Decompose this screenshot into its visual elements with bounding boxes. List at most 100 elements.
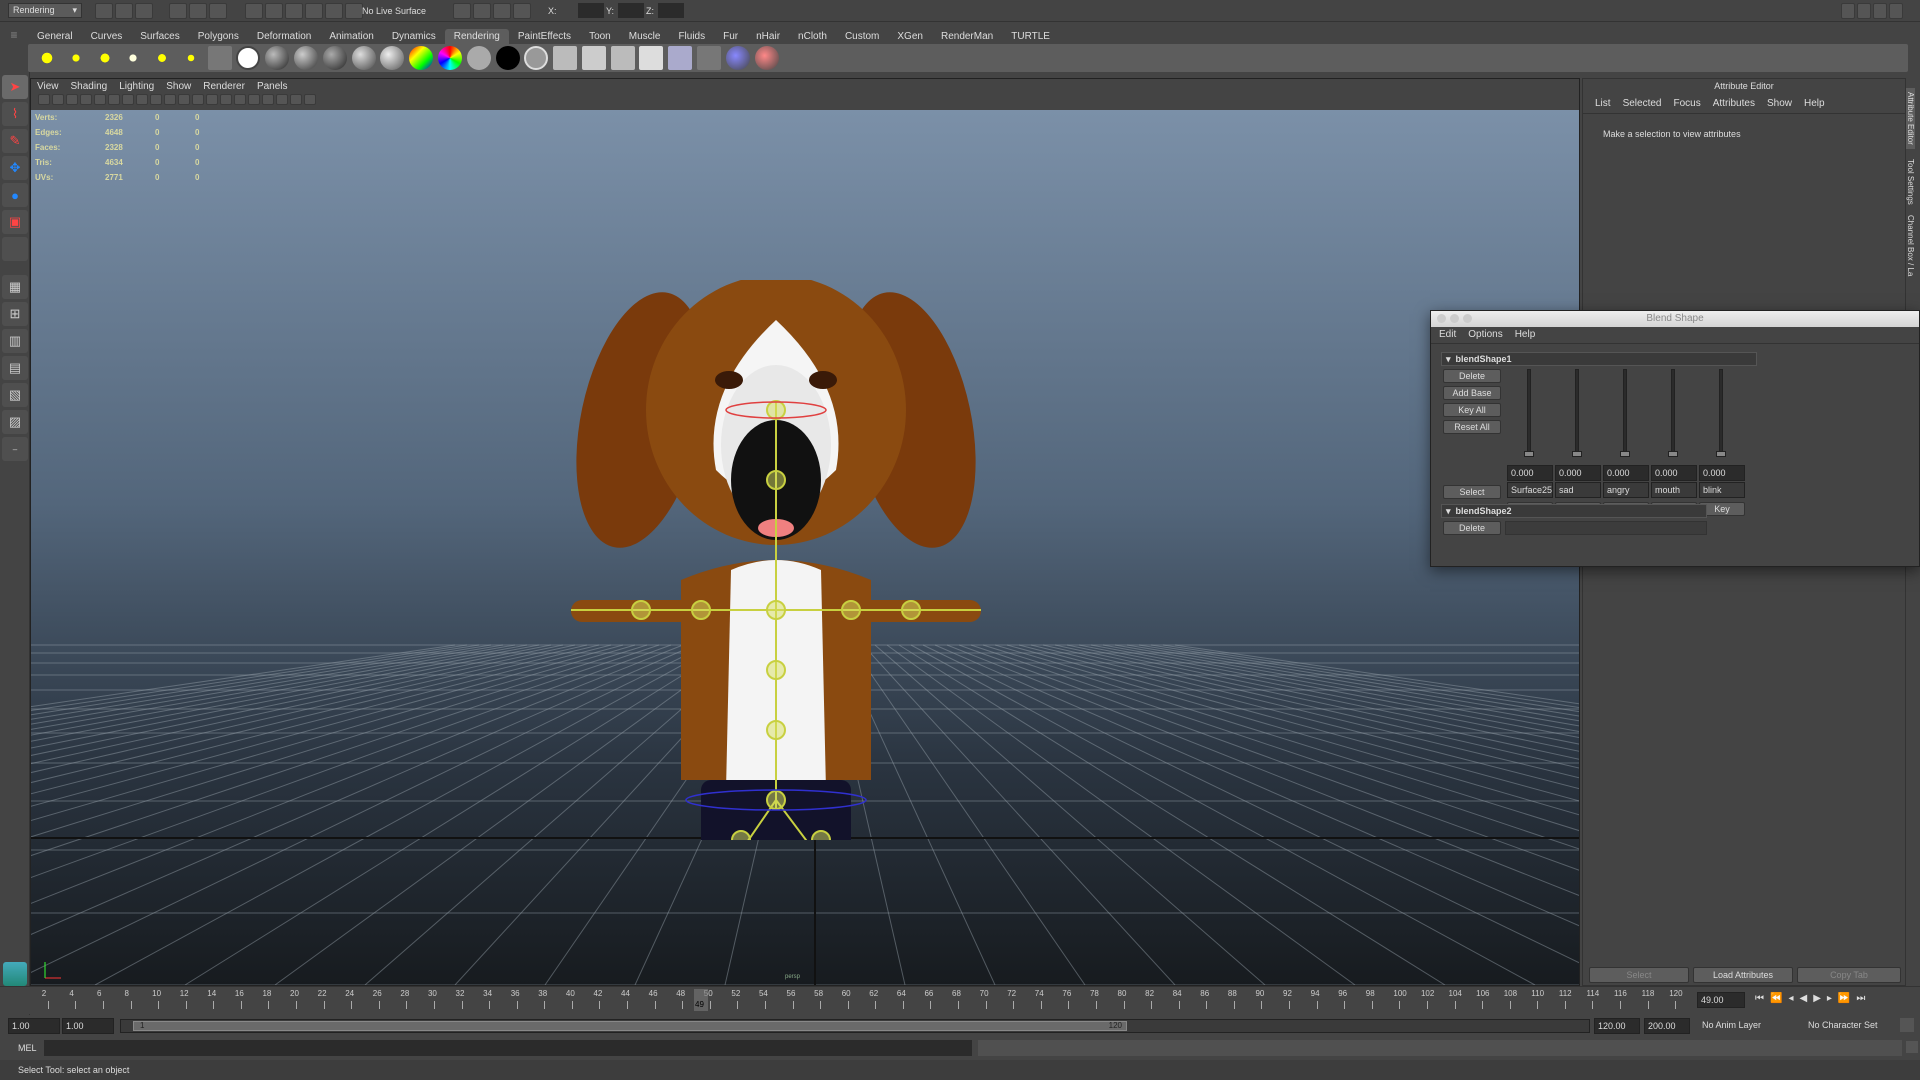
shelf-tab-toon[interactable]: Toon: [580, 29, 620, 44]
snap-grid-icon[interactable]: [245, 3, 263, 19]
toggle-attribute-editor-icon[interactable]: [1873, 3, 1887, 19]
shelf-tab-surfaces[interactable]: Surfaces: [131, 29, 188, 44]
paint-render-icon[interactable]: [754, 46, 779, 70]
shelf-tab-xgen[interactable]: XGen: [888, 29, 932, 44]
open-scene-icon[interactable]: [115, 3, 133, 19]
hypershade-icon[interactable]: [437, 46, 462, 70]
target-slider-thumb[interactable]: [1572, 451, 1582, 457]
phong-material-icon[interactable]: [294, 46, 319, 70]
ambient-occlusion-icon[interactable]: [276, 94, 288, 105]
lasso-tool-icon[interactable]: ⌇: [2, 102, 28, 126]
step-forward-frame-icon[interactable]: ▸: [1827, 993, 1832, 1004]
viewport-menu-show[interactable]: Show: [160, 79, 197, 94]
target-slider-track[interactable]: [1527, 369, 1531, 455]
render-frame-icon[interactable]: [473, 3, 491, 19]
ae-menu-show[interactable]: Show: [1761, 97, 1798, 111]
range-track[interactable]: 1 120: [120, 1019, 1590, 1033]
timeline-ruler[interactable]: 2 4 6 8 10 12 14 16 18 20 22 24 26 28 30 32 34 36 38 40 42 44…: [34, 989, 1689, 1011]
ipr-shelf-icon[interactable]: [610, 46, 635, 70]
blend-shape-menu-help[interactable]: Help: [1509, 327, 1542, 343]
shelf-tab-renderman[interactable]: RenderMan: [932, 29, 1002, 44]
film-gate-icon[interactable]: [108, 94, 120, 105]
key-all-button[interactable]: Key All: [1443, 403, 1501, 417]
add-base-button[interactable]: Add Base: [1443, 386, 1501, 400]
safe-action-icon[interactable]: [164, 94, 176, 105]
viewport-menu-lighting[interactable]: Lighting: [113, 79, 160, 94]
four-view-layout-icon[interactable]: ⊞: [2, 302, 28, 326]
ipr-render-icon[interactable]: [493, 3, 511, 19]
toggle-layer-editor-icon[interactable]: [1889, 3, 1903, 19]
ae-copy-tab-button[interactable]: Copy Tab: [1797, 967, 1901, 983]
wireframe-icon[interactable]: [192, 94, 204, 105]
blend-shape-menu-options[interactable]: Options: [1462, 327, 1508, 343]
gate-mask-icon[interactable]: [136, 94, 148, 105]
target-slider-thumb[interactable]: [1524, 451, 1534, 457]
end-time-field[interactable]: 200.00: [1644, 1018, 1690, 1034]
textured-icon[interactable]: [234, 94, 246, 105]
toggle-channel-box-icon[interactable]: [1857, 3, 1871, 19]
shelf-tab-general[interactable]: General: [28, 29, 82, 44]
select-component-icon[interactable]: [209, 3, 227, 19]
go-to-end-icon[interactable]: ⏭: [1856, 993, 1865, 1004]
camera-attributes-icon[interactable]: [52, 94, 64, 105]
image-plane-icon[interactable]: [80, 94, 92, 105]
batch-render-icon[interactable]: [668, 46, 693, 70]
snap-view-icon[interactable]: [305, 3, 323, 19]
rotate-tool-icon[interactable]: ●: [2, 183, 28, 207]
outliner-layout-icon[interactable]: ▨: [2, 410, 28, 434]
render-settings-icon[interactable]: [513, 3, 531, 19]
maya-home-icon[interactable]: [3, 962, 27, 986]
close-icon[interactable]: [1437, 314, 1446, 323]
scale-tool-icon[interactable]: ▣: [2, 210, 28, 234]
ae-menu-focus[interactable]: Focus: [1667, 97, 1706, 111]
shelf-menu-icon[interactable]: ≡: [4, 28, 24, 68]
viewport-menu-renderer[interactable]: Renderer: [197, 79, 251, 94]
shelf-tab-deformation[interactable]: Deformation: [248, 29, 320, 44]
grid-toggle-icon[interactable]: [94, 94, 106, 105]
target-weight-field[interactable]: 0.000: [1699, 465, 1745, 481]
move-tool-icon[interactable]: ✥: [2, 156, 28, 180]
toggle-tool-settings-icon[interactable]: [1841, 3, 1855, 19]
target-weight-field[interactable]: 0.000: [1555, 465, 1601, 481]
select-object-icon[interactable]: [189, 3, 207, 19]
target-weight-field[interactable]: 0.000: [1603, 465, 1649, 481]
anisotropic-material-icon[interactable]: [351, 46, 376, 70]
mental-ray-icon[interactable]: [725, 46, 750, 70]
field-chart-icon[interactable]: [150, 94, 162, 105]
shelf-tab-dynamics[interactable]: Dynamics: [383, 29, 445, 44]
target-weight-field[interactable]: 0.000: [1507, 465, 1553, 481]
render-view-shelf-icon[interactable]: [553, 46, 578, 70]
persp-graph-layout-icon[interactable]: ▤: [2, 356, 28, 380]
last-tool-icon[interactable]: [2, 237, 28, 261]
target-slider-track[interactable]: [1671, 369, 1675, 455]
ae-menu-selected[interactable]: Selected: [1617, 97, 1668, 111]
menu-set-dropdown[interactable]: Rendering ▾: [8, 3, 82, 18]
smooth-shade-icon[interactable]: [206, 94, 218, 105]
target-slider-thumb[interactable]: [1716, 451, 1726, 457]
point-light-icon[interactable]: [92, 46, 117, 70]
ae-menu-attributes[interactable]: Attributes: [1707, 97, 1761, 111]
viewport-canvas[interactable]: Verts: 2326 0 0 Edges: 4648 0 0 Faces: 2328 0 0 Tris…: [31, 110, 1579, 985]
play-backward-icon[interactable]: ◀: [1799, 993, 1807, 1004]
ae-select-button[interactable]: Select: [1589, 967, 1689, 983]
hypershade-layout-icon[interactable]: ▧: [2, 383, 28, 407]
target-slider-track[interactable]: [1719, 369, 1723, 455]
step-back-frame-icon[interactable]: ◂: [1788, 993, 1793, 1004]
single-perspective-layout-icon[interactable]: ▦: [2, 275, 28, 299]
snap-point-icon[interactable]: [285, 3, 303, 19]
shelf-tab-nhair[interactable]: nHair: [747, 29, 789, 44]
magnet-icon[interactable]: [345, 3, 363, 19]
shelf-tab-muscle[interactable]: Muscle: [620, 29, 670, 44]
new-scene-icon[interactable]: [95, 3, 113, 19]
anim-layer-label[interactable]: No Anim Layer: [1702, 1020, 1761, 1030]
ramp-shader-icon[interactable]: [409, 46, 434, 70]
lambert-material-icon[interactable]: [236, 46, 261, 70]
shelf-tab-turtle[interactable]: TURTLE: [1002, 29, 1059, 44]
render-view-icon[interactable]: [453, 3, 471, 19]
ae-load-attributes-button[interactable]: Load Attributes: [1693, 967, 1793, 983]
target-slider-track[interactable]: [1623, 369, 1627, 455]
blendshape2-header[interactable]: ▾ blendShape2: [1441, 504, 1707, 518]
go-to-start-icon[interactable]: ⏮: [1755, 993, 1764, 1004]
camera-icon[interactable]: [207, 46, 232, 70]
wireframe-on-shaded-icon[interactable]: [220, 94, 232, 105]
